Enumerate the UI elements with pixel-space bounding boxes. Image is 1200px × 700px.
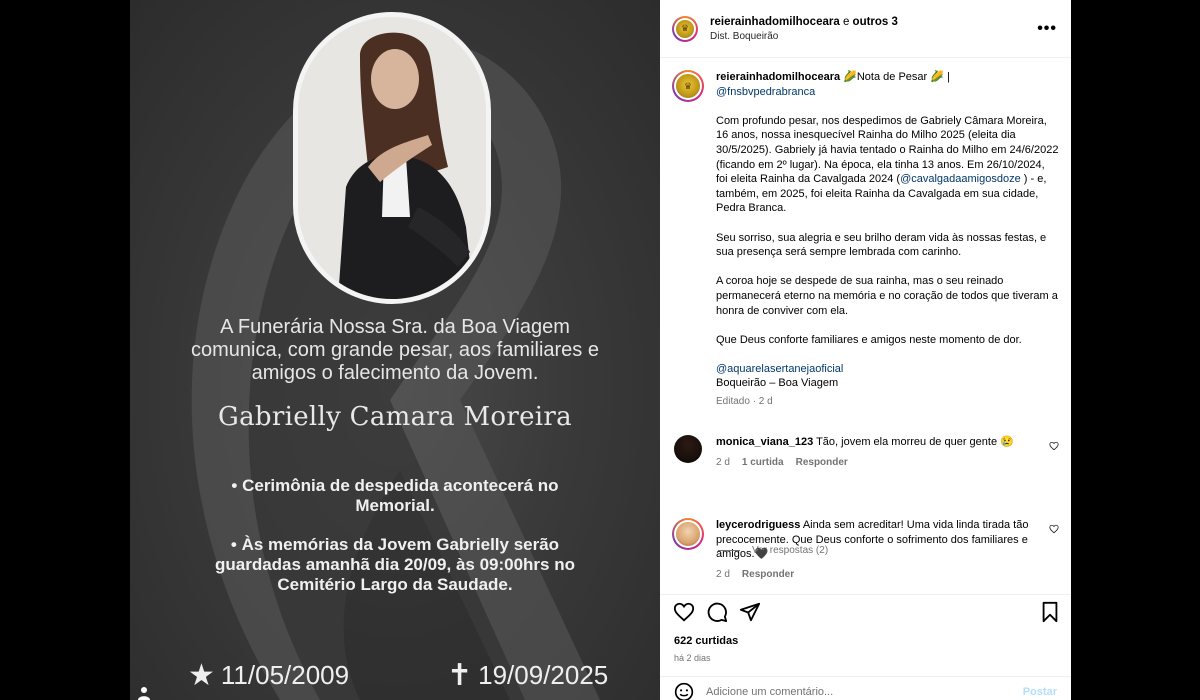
cross-icon: ✝ (447, 658, 473, 692)
birth-date: 11/05/2009 (220, 660, 350, 690)
caption-location-line: Boqueirão – Boa Viagem (716, 377, 839, 390)
post-actions: 622 curtidas há 2 dias (660, 594, 1071, 674)
birth-date-row: ★ 11/05/2009 (188, 660, 349, 691)
collab-connector: e (839, 15, 853, 28)
star-icon: ★ (188, 658, 215, 692)
post-header: ♛ reierainhadomilhoceara e outros 3 Dist… (660, 0, 1071, 58)
instagram-post-modal: A Funerária Nossa Sra. da Boa Viagem com… (0, 0, 1200, 700)
author-avatar[interactable]: ♛ (672, 15, 698, 42)
caption-username[interactable]: reierainhadomilhoceara (716, 71, 840, 83)
portrait-frame (293, 12, 491, 304)
emoji-icon[interactable] (674, 682, 694, 700)
portrait-photo (298, 17, 486, 299)
bookmark-icon[interactable] (1039, 601, 1061, 623)
deceased-name: Gabrielly Camara Moreira (218, 402, 572, 432)
reply-button[interactable]: Responder (796, 457, 848, 468)
caption-mention-link[interactable]: @aquarelasertanejaoficial (716, 362, 1059, 377)
commenter-username[interactable]: monica_viana_123 (716, 436, 813, 448)
reply-button[interactable]: Responder (742, 569, 794, 580)
caption-paragraph: Seu sorriso, sua alegria e seu brilho de… (716, 231, 1047, 259)
post-comment-button[interactable]: Postar (1023, 686, 1057, 698)
crown-icon: ♛ (676, 19, 694, 38)
heart-icon[interactable] (673, 601, 695, 623)
post-side-panel: ♛ reierainhadomilhoceara e outros 3 Dist… (660, 0, 1071, 700)
crown-icon: ♛ (676, 74, 700, 98)
commenter-avatar[interactable] (674, 435, 702, 463)
comment-text: Tão, jovem ela morreu de quer gente 😢 (813, 436, 1014, 448)
comment: monica_viana_123 Tão, jovem ela morreu d… (660, 435, 1071, 470)
caption-edited-meta: Editado · 2 d (716, 396, 773, 408)
author-username[interactable]: reierainhadomilhoceara (710, 16, 840, 28)
collab-others-link[interactable]: outros 3 (853, 16, 898, 28)
share-icon[interactable] (739, 601, 761, 623)
caption-paragraph: A coroa hoje se despede de sua rainha, m… (716, 275, 1058, 317)
comment-input[interactable] (706, 685, 1023, 698)
commenter-avatar[interactable] (672, 518, 704, 550)
tagged-people-icon[interactable] (138, 686, 150, 700)
comments-scroll-area[interactable]: ♛ reierainhadomilhoceara 🌽Nota de Pesar … (660, 59, 1071, 594)
likes-count[interactable]: 622 curtidas (674, 635, 738, 647)
ceremony-note: • Cerimônia de despedida acontecerá no M… (231, 476, 559, 515)
commenter-username[interactable]: leycerodriguess (716, 519, 800, 531)
post-location[interactable]: Dist. Boqueirão (710, 31, 1035, 42)
comment-age: 2 d (716, 568, 730, 580)
death-date-row: ✝ 19/09/2025 (447, 660, 608, 691)
post-image[interactable]: A Funerária Nossa Sra. da Boa Viagem com… (130, 0, 660, 700)
post-caption: ♛ reierainhadomilhoceara 🌽Nota de Pesar … (660, 59, 1071, 410)
heart-icon[interactable] (1049, 524, 1059, 534)
caption-mention-link[interactable]: @fnsbvpedrabranca (716, 85, 1059, 100)
caption-title: 🌽Nota de Pesar 🌽 | (840, 71, 950, 83)
post-age: há 2 dias (674, 653, 711, 663)
comment-likes-link[interactable]: 1 curtida (742, 457, 784, 468)
caption-avatar[interactable]: ♛ (672, 70, 704, 102)
death-date: 19/09/2025 (478, 660, 609, 690)
comment: leycerodriguess Ainda sem acreditar! Uma… (660, 518, 1071, 582)
heart-icon[interactable] (1049, 441, 1059, 451)
caption-mention-link[interactable]: @cavalgadaamigosdoze (900, 173, 1021, 185)
caption-paragraph: Com profundo pesar, nos despedimos de Ga… (716, 114, 1059, 215)
announcement-text: A Funerária Nossa Sra. da Boa Viagem com… (191, 316, 599, 384)
add-comment-bar: Postar (660, 676, 1071, 700)
comment-age: 2 d (716, 456, 730, 468)
caption-paragraph: Que Deus conforte familiares e amigos ne… (716, 333, 1022, 346)
comment-icon[interactable] (706, 601, 728, 623)
more-options-button[interactable]: ••• (1035, 20, 1059, 38)
burial-note: • Às memórias da Jovem Gabrielly serão g… (215, 535, 575, 594)
